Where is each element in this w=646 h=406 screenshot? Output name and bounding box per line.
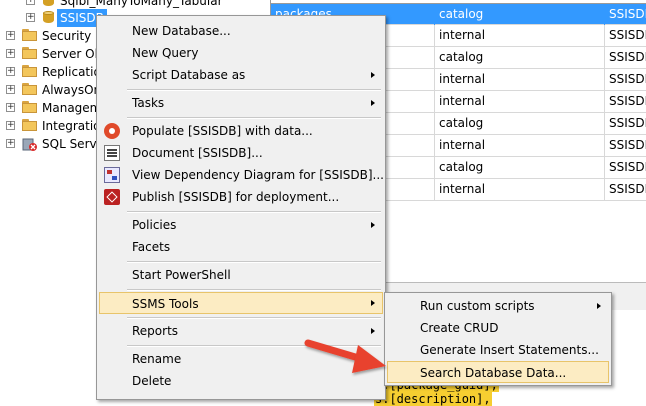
menu-item-generate-insert-statements[interactable]: Generate Insert Statements... <box>387 339 609 361</box>
table-cell[interactable]: catalog <box>435 4 605 25</box>
menu-item-label: Search Database Data... <box>420 366 567 380</box>
table-cell[interactable]: SSISDB <box>605 135 646 156</box>
menu-separator <box>127 211 381 213</box>
table-cell[interactable]: internal <box>435 179 605 200</box>
table-cell[interactable]: SSISDB <box>605 179 646 200</box>
annotation-arrow-icon <box>304 339 386 373</box>
menu-item-label: Policies <box>132 218 177 232</box>
menu-item-document[interactable]: Document [SSISDB]... <box>99 142 383 164</box>
menu-item-ssms-tools[interactable]: SSMS Tools <box>99 292 383 314</box>
submenu-arrow-icon <box>371 100 375 106</box>
table-cell[interactable]: internal <box>435 91 605 112</box>
menu-item-publish[interactable]: Publish [SSISDB] for deployment... <box>99 186 383 208</box>
folder-icon <box>22 119 38 132</box>
submenu-arrow-icon <box>597 303 601 309</box>
menu-item-label: View Dependency Diagram for [SSISDB]... <box>132 168 384 182</box>
table-cell[interactable]: SSISDB <box>605 4 646 25</box>
menu-item-label: Generate Insert Statements... <box>420 343 599 357</box>
menu-item-label: Script Database as <box>132 68 246 82</box>
submenu-arrow-icon <box>371 328 375 334</box>
expand-icon[interactable] <box>6 85 15 94</box>
table-cell[interactable]: internal <box>435 25 605 46</box>
folder-icon <box>22 47 38 60</box>
menu-item-label: Tasks <box>132 96 165 110</box>
table-cell[interactable]: SSISDB <box>605 157 646 178</box>
menu-item-label: Document [SSISDB]... <box>132 146 263 160</box>
menu-item-search-database-data[interactable]: Search Database Data... <box>387 361 609 383</box>
database-icon <box>42 10 55 25</box>
menu-separator <box>127 89 381 91</box>
folder-icon <box>22 83 38 96</box>
menu-separator <box>127 289 381 291</box>
menu-item-label: Publish [SSISDB] for deployment... <box>132 190 340 204</box>
menu-item-label: SSMS Tools <box>132 297 199 311</box>
publish-icon <box>104 189 120 205</box>
expand-icon[interactable] <box>26 0 35 5</box>
expand-icon[interactable] <box>26 13 35 22</box>
submenu-arrow-icon <box>371 222 375 228</box>
diagram-icon <box>104 167 120 183</box>
menu-item-facets[interactable]: Facets <box>99 236 383 258</box>
expand-icon[interactable] <box>6 49 15 58</box>
menu-item-tasks[interactable]: Tasks <box>99 92 383 114</box>
expand-icon[interactable] <box>6 67 15 76</box>
table-cell[interactable]: catalog <box>435 157 605 178</box>
submenu-arrow-icon <box>371 300 375 306</box>
folder-icon <box>22 65 38 78</box>
database-icon <box>42 0 55 8</box>
tree-item-label: Managem <box>42 101 102 115</box>
menu-item-start-powershell[interactable]: Start PowerShell <box>99 264 383 286</box>
expand-icon[interactable] <box>6 139 15 148</box>
menu-item-label: Facets <box>132 240 171 254</box>
code-line: s.[description], <box>374 392 492 406</box>
table-cell[interactable]: SSISDB <box>605 25 646 46</box>
menu-item-run-custom-scripts[interactable]: Run custom scripts <box>387 295 609 317</box>
table-cell[interactable]: catalog <box>435 47 605 68</box>
menu-item-label: Run custom scripts <box>420 299 535 313</box>
menu-item-label: Populate [SSISDB] with data... <box>132 124 313 138</box>
menu-item-policies[interactable]: Policies <box>99 214 383 236</box>
menu-item-create-crud[interactable]: Create CRUD <box>387 317 609 339</box>
menu-separator <box>127 117 381 119</box>
menu-item-label: Delete <box>132 374 172 388</box>
expand-icon[interactable] <box>6 121 15 130</box>
menu-separator <box>127 317 381 319</box>
tree-item-label: Security <box>42 29 92 43</box>
gear-icon <box>104 123 120 139</box>
menu-item-populate[interactable]: Populate [SSISDB] with data... <box>99 120 383 142</box>
table-cell[interactable]: SSISDB <box>605 91 646 112</box>
table-cell[interactable]: internal <box>435 69 605 90</box>
menu-item-script-database-as[interactable]: Script Database as <box>99 64 383 86</box>
menu-item-label: Rename <box>132 352 182 366</box>
table-cell[interactable]: SSISDB <box>605 113 646 134</box>
tree-item-label: Replicatio <box>42 65 101 79</box>
table-cell[interactable]: SSISDB <box>605 47 646 68</box>
menu-item-view-dependency-diagram[interactable]: View Dependency Diagram for [SSISDB]... <box>99 164 384 186</box>
menu-item-label: New Query <box>132 46 199 60</box>
menu-item-new-query[interactable]: New Query <box>99 42 383 64</box>
submenu-arrow-icon <box>371 72 375 78</box>
table-cell[interactable]: catalog <box>435 113 605 134</box>
table-cell[interactable]: SSISDB <box>605 69 646 90</box>
tree-item-label: SQL Serve <box>42 137 104 151</box>
sql-agent-icon <box>22 138 37 151</box>
expand-icon[interactable] <box>6 31 15 40</box>
tree-item-label: AlwaysOn <box>42 83 102 97</box>
ssms-tools-submenu: Run custom scripts Create CRUD Generate … <box>384 292 612 386</box>
menu-item-label: New Database... <box>132 24 231 38</box>
document-icon <box>104 145 120 161</box>
menu-item-label: Reports <box>132 324 179 338</box>
folder-icon <box>22 29 38 42</box>
expand-icon[interactable] <box>6 103 15 112</box>
menu-separator <box>127 261 381 263</box>
table-cell[interactable]: internal <box>435 135 605 156</box>
menu-item-label: Start PowerShell <box>132 268 231 282</box>
menu-item-new-database[interactable]: New Database... <box>99 20 383 42</box>
folder-icon <box>22 101 38 114</box>
menu-item-label: Create CRUD <box>420 321 499 335</box>
